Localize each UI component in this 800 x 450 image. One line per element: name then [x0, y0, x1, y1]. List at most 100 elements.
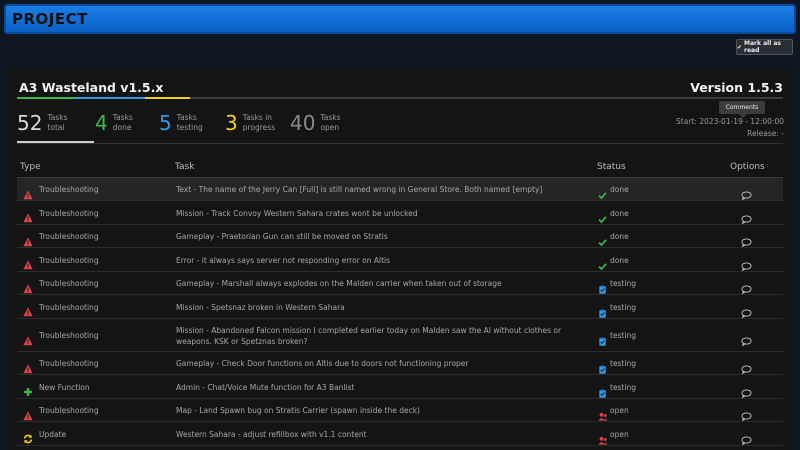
row-task[interactable]: Mission - Spetsnaz broken in Western Sah… — [176, 302, 586, 313]
warning-icon — [23, 331, 33, 345]
header-type[interactable]: Type — [20, 162, 41, 172]
row-status: open — [610, 406, 629, 415]
stat-testing-label: Tasks testing — [176, 113, 203, 132]
row-status: testing — [610, 302, 637, 312]
row-task[interactable]: Western Sahara - adjust refillbox with v… — [176, 429, 586, 440]
row-task[interactable]: Gameplay - Marshall always explodes on t… — [176, 278, 586, 289]
table-row[interactable]: New Function Admin - Chat/Voice Mute func… — [17, 375, 783, 399]
checkmark-icon — [598, 232, 607, 247]
project-panel: A3 Wasteland v1.5.x Version 1.5.3 52 Tas… — [7, 68, 793, 450]
mark-all-read-label: Mark all as read — [744, 40, 781, 54]
row-type: Troubleshooting — [39, 208, 99, 218]
table-row[interactable]: Troubleshooting Mission - Abandoned Falco… — [17, 319, 783, 352]
row-task[interactable]: Error - it always says server not respon… — [176, 255, 586, 266]
table-row[interactable]: Troubleshooting Gameplay - Check Door fun… — [17, 352, 783, 375]
row-status: testing — [610, 279, 637, 288]
header-task[interactable]: Task — [175, 162, 194, 172]
table-row[interactable]: Update Western Sahara - adjust refillbox … — [17, 422, 783, 446]
row-status: done — [610, 208, 629, 218]
comment-icon[interactable] — [741, 209, 752, 224]
row-task[interactable]: Mission - Abandoned Falcon mission I com… — [176, 325, 586, 347]
comment-icon[interactable] — [741, 331, 752, 347]
warning-icon — [23, 279, 33, 293]
stat-open-count: 40 — [290, 111, 316, 135]
stat-total[interactable]: 52 Tasks total — [17, 112, 68, 134]
row-status: testing — [610, 359, 637, 368]
project-name: A3 Wasteland v1.5.x — [19, 80, 164, 95]
stat-done[interactable]: 4 Tasks done — [95, 112, 133, 134]
row-task[interactable]: Gameplay - Praetorian Gun can still be m… — [176, 231, 586, 242]
progress-segment-done — [17, 97, 75, 99]
clipboard-check-icon — [598, 383, 607, 398]
table-row[interactable]: Troubleshooting Mission - Track Convoy We… — [17, 201, 783, 225]
row-task[interactable]: Gameplay - Check Door functions on Altis… — [176, 358, 586, 369]
warning-icon — [23, 232, 33, 246]
stat-testing-count: 5 — [159, 111, 172, 135]
comment-icon[interactable] — [741, 232, 752, 248]
stat-in-progress[interactable]: 3 Tasks in progress — [225, 112, 277, 134]
header-options: Options — [730, 162, 765, 172]
warning-icon — [23, 255, 33, 270]
row-type: New Function — [39, 382, 90, 392]
page-header: Project — [4, 4, 796, 34]
header-status[interactable]: Status — [597, 162, 626, 172]
warning-icon — [23, 406, 33, 420]
table-row[interactable]: Troubleshooting Mission - Spetsnaz broken… — [17, 295, 783, 319]
row-type: Troubleshooting — [39, 331, 99, 340]
clipboard-check-icon — [598, 359, 607, 374]
check-icon: ✔ — [737, 43, 743, 51]
table-row[interactable]: Troubleshooting Gameplay - Marshall alway… — [17, 272, 783, 295]
row-status: done — [610, 255, 629, 265]
row-task[interactable]: Map - Land Spawn bug on Stratis Carrier … — [176, 405, 586, 416]
comments-tooltip: Comments — [719, 101, 765, 118]
stat-done-label: Tasks done — [112, 113, 133, 132]
table-row[interactable]: Troubleshooting Text - The name of the Je… — [17, 178, 783, 201]
row-type: Troubleshooting — [39, 406, 99, 415]
user-group-icon — [598, 430, 608, 444]
project-dates: Start: 2023-01-19 - 12:00:00 Release: - — [676, 116, 784, 140]
row-task[interactable]: Admin - Chat/Voice Mute function for A3 … — [176, 382, 586, 393]
comment-icon[interactable] — [741, 279, 752, 295]
plus-icon — [23, 382, 33, 396]
row-status: testing — [610, 331, 637, 340]
row-task[interactable]: Mission - Track Convoy Western Sahara cr… — [176, 208, 586, 219]
stat-testing[interactable]: 5 Tasks testing — [159, 112, 205, 134]
row-type: Troubleshooting — [39, 359, 99, 368]
table-row[interactable]: Troubleshooting Error - it always says se… — [17, 248, 783, 272]
row-status: done — [610, 232, 629, 241]
comment-icon[interactable] — [741, 430, 752, 445]
stats-divider — [17, 143, 783, 144]
table-header: Type Task Status Options — [17, 160, 783, 178]
checkmark-icon — [598, 185, 607, 200]
clipboard-check-icon — [598, 331, 607, 346]
row-status: testing — [610, 382, 637, 392]
progress-segment-testing — [75, 97, 145, 99]
table-row[interactable]: Troubleshooting Gameplay - Praetorian Gun… — [17, 225, 783, 248]
comment-icon[interactable] — [741, 383, 752, 398]
comment-icon[interactable] — [741, 359, 752, 375]
comment-icon[interactable] — [741, 256, 752, 271]
table-row[interactable]: Troubleshooting Map - Land Spawn bug on S… — [17, 399, 783, 422]
row-status: done — [610, 185, 629, 194]
project-version: Version 1.5.3 — [690, 80, 783, 95]
comment-icon[interactable] — [741, 406, 752, 422]
row-type: Troubleshooting — [39, 279, 99, 288]
comment-icon[interactable] — [741, 185, 752, 201]
checkmark-icon — [598, 256, 607, 270]
stat-open-label: Tasks open — [320, 113, 341, 132]
task-table-body: Troubleshooting Text - The name of the Je… — [17, 178, 783, 446]
clipboard-check-icon — [598, 279, 607, 294]
release-date: Release: - — [747, 129, 784, 138]
page-title: Project — [12, 10, 88, 28]
warning-icon — [23, 185, 33, 199]
comment-icon[interactable] — [741, 303, 752, 318]
row-task[interactable]: Text - The name of the Jerry Can [Full] … — [176, 184, 586, 195]
progress-segment-progress — [145, 97, 190, 99]
tooltip-text: Comments — [725, 104, 759, 111]
clipboard-check-icon — [598, 303, 607, 318]
stat-open[interactable]: 40 Tasks open — [290, 112, 341, 134]
stat-in-progress-count: 3 — [225, 111, 238, 135]
start-date: Start: 2023-01-19 - 12:00:00 — [676, 117, 784, 126]
row-type: Troubleshooting — [39, 302, 99, 312]
mark-all-read-button[interactable]: ✔ Mark all as read — [736, 39, 793, 55]
